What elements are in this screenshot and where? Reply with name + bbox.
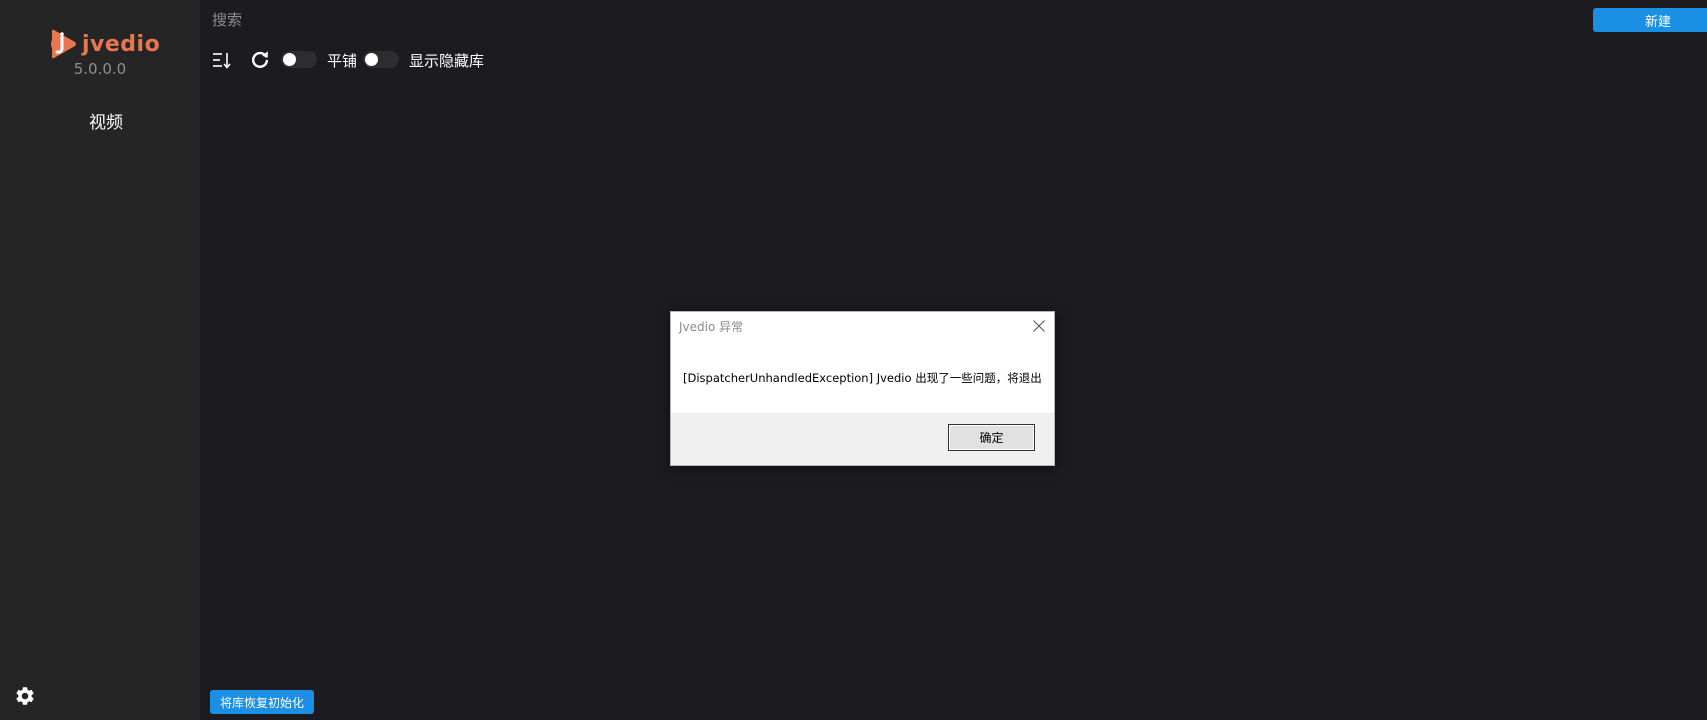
app-window: jvedio 5.0.0.0 视频 新建 — [0, 0, 1707, 720]
dialog-message: [DispatcherUnhandledException] Jvedio 出现… — [683, 371, 1042, 385]
tile-toggle-label: 平铺 — [327, 52, 358, 70]
dialog-title: Jvedio 异常 — [679, 320, 744, 334]
dialog-footer: 确定 — [671, 413, 1054, 465]
error-dialog: Jvedio 异常 [DispatcherUnhandledException]… — [670, 311, 1055, 466]
sort-icon[interactable] — [212, 50, 232, 70]
logo-icon — [48, 28, 78, 60]
show-hidden-toggle-label: 显示隐藏库 — [409, 52, 485, 70]
show-hidden-toggle[interactable] — [363, 51, 399, 68]
sidebar-item-video[interactable]: 视频 — [0, 108, 212, 133]
toolbar: 平铺 显示隐藏库 — [212, 48, 812, 72]
search-input[interactable] — [212, 8, 712, 32]
gear-icon[interactable] — [14, 685, 36, 707]
close-icon[interactable] — [1032, 318, 1046, 332]
ok-button[interactable]: 确定 — [948, 424, 1035, 451]
reset-library-button[interactable]: 将库恢复初始化 — [210, 690, 314, 714]
new-button[interactable]: 新建 — [1593, 8, 1707, 32]
sidebar: jvedio 5.0.0.0 视频 — [0, 0, 200, 720]
refresh-icon[interactable] — [249, 49, 271, 71]
app-name: jvedio — [82, 31, 161, 57]
app-logo: jvedio — [48, 28, 160, 60]
app-version: 5.0.0.0 — [73, 60, 127, 78]
toggle-knob — [283, 53, 296, 66]
tile-toggle[interactable] — [281, 51, 317, 68]
toggle-knob — [365, 53, 378, 66]
